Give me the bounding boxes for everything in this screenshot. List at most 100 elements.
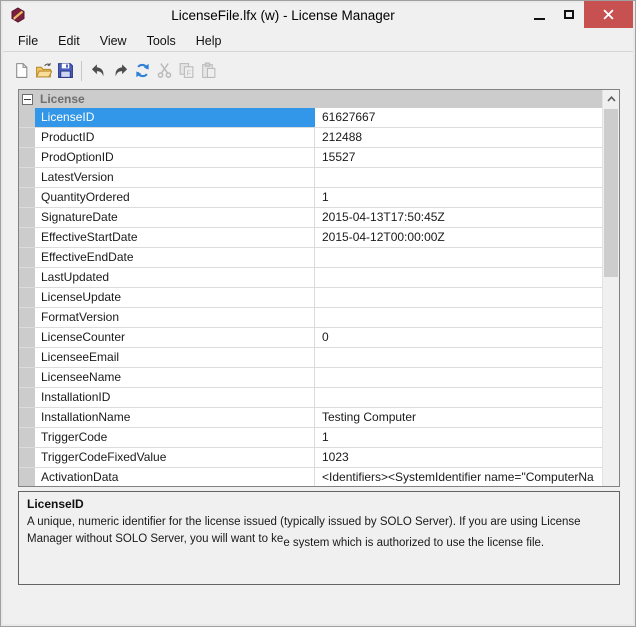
row-indent-strip bbox=[19, 128, 35, 147]
category-header[interactable]: License bbox=[19, 90, 602, 108]
property-value[interactable] bbox=[315, 388, 602, 407]
property-grid: License LicenseID 61627667 ProductID 212… bbox=[18, 89, 620, 487]
property-value[interactable] bbox=[315, 168, 602, 187]
category-label: License bbox=[40, 92, 85, 106]
property-name[interactable]: InstallationID bbox=[35, 388, 315, 407]
property-name[interactable]: ProductID bbox=[35, 128, 315, 147]
menu-tools[interactable]: Tools bbox=[137, 32, 186, 50]
property-name[interactable]: EffectiveStartDate bbox=[35, 228, 315, 247]
property-row[interactable]: ProdOptionID 15527 bbox=[19, 148, 602, 168]
maximize-button[interactable] bbox=[554, 1, 584, 28]
property-value[interactable]: 1 bbox=[315, 188, 602, 207]
new-document-icon bbox=[13, 62, 30, 79]
property-value[interactable] bbox=[315, 308, 602, 327]
chevron-up-icon bbox=[607, 96, 616, 102]
copy-button[interactable]: F bbox=[175, 60, 197, 82]
property-value[interactable]: <Identifiers><SystemIdentifier name="Com… bbox=[315, 468, 602, 486]
minimize-button[interactable] bbox=[524, 1, 554, 28]
property-row[interactable]: LicenseeEmail bbox=[19, 348, 602, 368]
property-name[interactable]: LicenseeName bbox=[35, 368, 315, 387]
property-value[interactable] bbox=[315, 268, 602, 287]
property-row[interactable]: LicenseUpdate bbox=[19, 288, 602, 308]
description-panel: LicenseID A unique, numeric identifier f… bbox=[18, 491, 620, 585]
property-value[interactable] bbox=[315, 368, 602, 387]
property-row[interactable]: ActivationData <Identifiers><SystemIdent… bbox=[19, 468, 602, 486]
property-name[interactable]: LicenseCounter bbox=[35, 328, 315, 347]
row-indent-strip bbox=[19, 388, 35, 407]
menu-file[interactable]: File bbox=[8, 32, 48, 50]
property-value[interactable]: 212488 bbox=[315, 128, 602, 147]
row-indent-strip bbox=[19, 168, 35, 187]
property-value[interactable] bbox=[315, 248, 602, 267]
cut-button[interactable] bbox=[153, 60, 175, 82]
property-row[interactable]: InstallationID bbox=[19, 388, 602, 408]
property-value[interactable]: 15527 bbox=[315, 148, 602, 167]
property-value[interactable]: 1 bbox=[315, 428, 602, 447]
refresh-button[interactable] bbox=[131, 60, 153, 82]
row-indent-strip bbox=[19, 308, 35, 327]
property-value[interactable]: 0 bbox=[315, 328, 602, 347]
property-row[interactable]: EffectiveStartDate 2015-04-12T00:00:00Z bbox=[19, 228, 602, 248]
minimize-icon bbox=[534, 18, 545, 20]
open-folder-icon bbox=[35, 62, 52, 79]
redo-button[interactable] bbox=[109, 60, 131, 82]
property-value[interactable]: 2015-04-13T17:50:45Z bbox=[315, 208, 602, 227]
property-value[interactable] bbox=[315, 348, 602, 367]
property-name[interactable]: LatestVersion bbox=[35, 168, 315, 187]
vertical-scrollbar[interactable] bbox=[602, 90, 619, 486]
menu-help[interactable]: Help bbox=[186, 32, 232, 50]
new-document-button[interactable] bbox=[10, 60, 32, 82]
property-row[interactable]: EffectiveEndDate bbox=[19, 248, 602, 268]
property-name[interactable]: EffectiveEndDate bbox=[35, 248, 315, 267]
undo-button[interactable] bbox=[87, 60, 109, 82]
property-name[interactable]: ProdOptionID bbox=[35, 148, 315, 167]
property-value[interactable]: Testing Computer bbox=[315, 408, 602, 427]
menu-view[interactable]: View bbox=[90, 32, 137, 50]
property-row[interactable]: ProductID 212488 bbox=[19, 128, 602, 148]
property-name[interactable]: ActivationData bbox=[35, 468, 315, 486]
property-value[interactable] bbox=[315, 288, 602, 307]
property-row[interactable]: QuantityOrdered 1 bbox=[19, 188, 602, 208]
property-name[interactable]: TriggerCode bbox=[35, 428, 315, 447]
close-button[interactable] bbox=[584, 1, 633, 28]
row-indent-strip bbox=[19, 228, 35, 247]
property-row[interactable]: LicenseeName bbox=[19, 368, 602, 388]
property-row[interactable]: TriggerCode 1 bbox=[19, 428, 602, 448]
property-name[interactable]: LicenseeEmail bbox=[35, 348, 315, 367]
property-name[interactable]: LastUpdated bbox=[35, 268, 315, 287]
maximize-icon bbox=[564, 10, 574, 19]
scroll-up-button[interactable] bbox=[603, 90, 619, 107]
property-name[interactable]: LicenseID bbox=[35, 108, 315, 127]
property-name[interactable]: QuantityOrdered bbox=[35, 188, 315, 207]
menu-edit[interactable]: Edit bbox=[48, 32, 90, 50]
property-name[interactable]: LicenseUpdate bbox=[35, 288, 315, 307]
row-indent-strip bbox=[19, 448, 35, 467]
description-title: LicenseID bbox=[27, 497, 611, 511]
description-line-2-text: Manager without SOLO Server, you will wa… bbox=[27, 533, 283, 545]
property-name[interactable]: TriggerCodeFixedValue bbox=[35, 448, 315, 467]
scrollbar-thumb[interactable] bbox=[604, 109, 618, 277]
undo-icon bbox=[90, 62, 107, 79]
property-value[interactable]: 2015-04-12T00:00:00Z bbox=[315, 228, 602, 247]
property-row[interactable]: LicenseID 61627667 bbox=[19, 108, 602, 128]
toolbar-separator bbox=[81, 61, 82, 81]
property-value[interactable]: 61627667 bbox=[315, 108, 602, 127]
property-name[interactable]: SignatureDate bbox=[35, 208, 315, 227]
property-row[interactable]: LicenseCounter 0 bbox=[19, 328, 602, 348]
property-row[interactable]: InstallationName Testing Computer bbox=[19, 408, 602, 428]
property-row[interactable]: FormatVersion bbox=[19, 308, 602, 328]
property-row[interactable]: TriggerCodeFixedValue 1023 bbox=[19, 448, 602, 468]
title-bar: LicenseFile.lfx (w) - License Manager bbox=[1, 1, 635, 30]
property-value[interactable]: 1023 bbox=[315, 448, 602, 467]
open-file-button[interactable] bbox=[32, 60, 54, 82]
collapse-icon[interactable] bbox=[22, 94, 33, 105]
paste-button[interactable] bbox=[197, 60, 219, 82]
save-button[interactable] bbox=[54, 60, 76, 82]
property-name[interactable]: InstallationName bbox=[35, 408, 315, 427]
property-row[interactable]: LatestVersion bbox=[19, 168, 602, 188]
description-line-1: A unique, numeric identifier for the lic… bbox=[27, 514, 611, 531]
property-name[interactable]: FormatVersion bbox=[35, 308, 315, 327]
property-row[interactable]: LastUpdated bbox=[19, 268, 602, 288]
property-row[interactable]: SignatureDate 2015-04-13T17:50:45Z bbox=[19, 208, 602, 228]
row-indent-strip bbox=[19, 248, 35, 267]
